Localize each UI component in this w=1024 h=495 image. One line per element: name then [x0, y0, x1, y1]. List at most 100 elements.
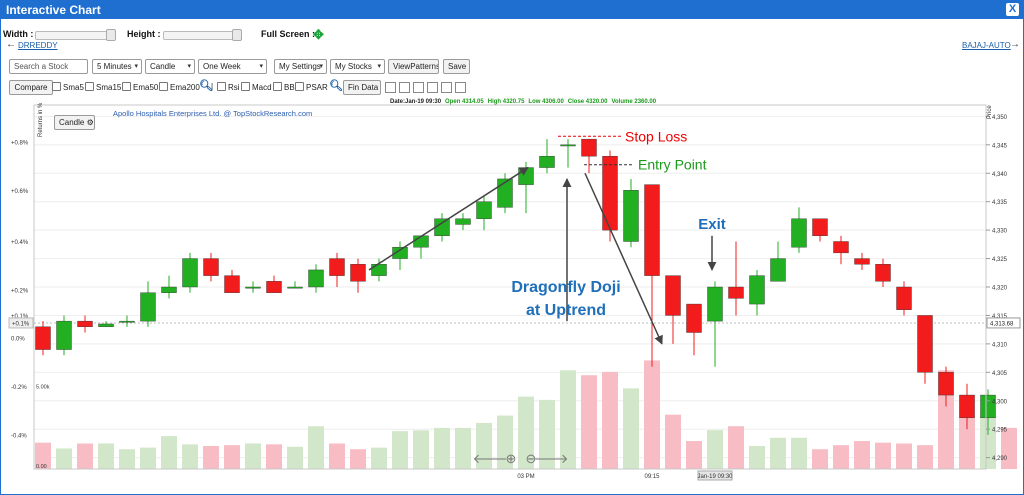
window-title: Interactive Chart [6, 3, 101, 17]
uptrend-arrow [368, 166, 529, 271]
fullscreen-move-icon[interactable]: ✥ [313, 27, 324, 43]
fibonacci-fan-tool-icon[interactable] [441, 82, 452, 93]
gear-icon[interactable]: ⚙ [87, 118, 94, 127]
price-chart[interactable]: 4,2904,2954,3004,3054,3104,3154,3204,325… [1, 97, 1023, 493]
volume-bar [119, 449, 135, 469]
ohlc-volume: Volume 2360.00 [611, 99, 656, 105]
candle-body [413, 235, 429, 248]
volume-bar [182, 444, 198, 469]
sma15-label: Sma15 [96, 83, 122, 92]
chart-type-select[interactable]: Candle ▾ [145, 59, 195, 74]
fibonacci-tool-icon[interactable] [427, 82, 438, 93]
candle-body [560, 144, 576, 147]
stocks-select[interactable]: My Stocks ▾ [330, 59, 385, 74]
volume-bar [644, 360, 660, 469]
macd-label: Macd [252, 83, 272, 92]
candle-badge[interactable]: Candle ⚙ [54, 115, 95, 130]
y-tick-label: 4,345 [992, 143, 1008, 149]
period-value: One Week [203, 62, 241, 71]
next-stock-link[interactable]: BAJAJ-AUTO [962, 41, 1011, 50]
macd-checkbox[interactable]: Macd [241, 82, 272, 92]
left-tick-label: +0.6% [11, 189, 29, 195]
interval-select[interactable]: 5 Minutes ▾ [92, 59, 142, 74]
volume-bar [812, 449, 828, 469]
view-patterns-button[interactable]: ViewPatterns [388, 59, 439, 74]
width-slider-thumb[interactable] [106, 29, 116, 41]
zoom-search-icon[interactable]: 🔍︎ [329, 79, 343, 92]
stop-loss-annotation: Stop Loss [625, 128, 687, 144]
candle-body [707, 286, 723, 322]
zoom-in-icon[interactable]: ⊕ [506, 451, 517, 466]
candle-body [896, 286, 912, 310]
volume-bar [791, 437, 807, 469]
candle-body [518, 167, 534, 185]
vertical-line-tool-icon[interactable] [413, 82, 424, 93]
volume-zero-label: 0.00 [36, 464, 47, 470]
y-right-axis-label: Price [987, 105, 993, 119]
candle-body [77, 320, 93, 328]
settings-value: My Settings [279, 62, 321, 71]
prev-arrow-icon[interactable]: ← [6, 39, 16, 50]
volume-bar [728, 426, 744, 469]
width-slider[interactable] [35, 29, 116, 41]
volume-bar [1001, 427, 1017, 469]
next-arrow-icon[interactable]: → [1010, 39, 1020, 50]
checkbox-box[interactable] [159, 82, 168, 91]
checkbox-box[interactable] [295, 82, 304, 91]
checkbox-box[interactable] [85, 82, 94, 91]
ema50-label: Ema50 [133, 83, 159, 92]
left-tick-label: +0.8% [11, 140, 29, 146]
bb-label: BB [284, 83, 295, 92]
camera-tool-icon[interactable] [455, 82, 466, 93]
save-button[interactable]: Save [443, 59, 470, 74]
candle-body [959, 394, 975, 419]
candle-body [728, 286, 744, 299]
candle-body [581, 138, 597, 157]
ema50-checkbox[interactable]: Ema50 [122, 82, 158, 92]
bb-checkbox[interactable]: BB [273, 82, 295, 92]
settings-select[interactable]: My Settings ▾ [274, 59, 327, 74]
checkbox-box[interactable] [52, 82, 61, 91]
checkbox-box[interactable] [241, 82, 250, 91]
title-bar: Interactive Chart X [1, 1, 1023, 19]
volume-bar [224, 445, 240, 469]
candle-body [875, 264, 891, 282]
ohlc-readout: Date:Jan-19 09:30 Open 4314.05 High 4320.7… [390, 99, 657, 105]
candle-body [35, 326, 51, 350]
psar-checkbox[interactable]: PSAR [295, 82, 328, 92]
ohlc-date: Date:Jan-19 09:30 [390, 99, 442, 105]
candle-body [56, 320, 72, 350]
chevron-down-icon: ▾ [377, 63, 381, 70]
pan-left-icon[interactable]: 🡐 [473, 451, 508, 466]
sma5-checkbox[interactable]: Sma5 [52, 82, 84, 92]
period-select[interactable]: One Week ▾ [198, 59, 267, 74]
volume-bar [770, 437, 786, 469]
volume-bar [203, 445, 219, 469]
ohlc-high: High 4320.75 [488, 99, 525, 105]
volume-bar [56, 448, 72, 469]
height-slider[interactable] [163, 29, 242, 41]
candle-body [203, 258, 219, 276]
ema200-checkbox[interactable]: Ema200 [159, 82, 200, 92]
trend-line-tool-icon[interactable] [385, 82, 396, 93]
horizontal-line-tool-icon[interactable] [399, 82, 410, 93]
close-button[interactable]: X [1006, 3, 1019, 16]
compare-button[interactable]: Compare [9, 80, 53, 95]
y-tick-label: 4,340 [992, 172, 1008, 178]
volume-bar [413, 430, 429, 469]
checkbox-box[interactable] [122, 82, 131, 91]
checkbox-box[interactable] [217, 82, 226, 91]
candle-body [329, 258, 345, 276]
sma15-checkbox[interactable]: Sma15 [85, 82, 121, 92]
volume-bar [917, 445, 933, 469]
height-slider-thumb[interactable] [232, 29, 242, 41]
stock-search-input[interactable]: Search a Stock [9, 59, 88, 74]
rsi-checkbox[interactable]: Rsi [217, 82, 240, 92]
prev-stock-link[interactable]: DRREDDY [18, 41, 58, 50]
checkbox-box[interactable] [273, 82, 282, 91]
ohlc-open: Open 4314.05 [445, 99, 484, 105]
y-tick-label: 4,320 [992, 286, 1008, 292]
fin-data-button[interactable]: Fin Data [343, 80, 381, 95]
pan-right-icon[interactable]: 🡒 [534, 451, 569, 466]
candle-body [812, 218, 828, 237]
